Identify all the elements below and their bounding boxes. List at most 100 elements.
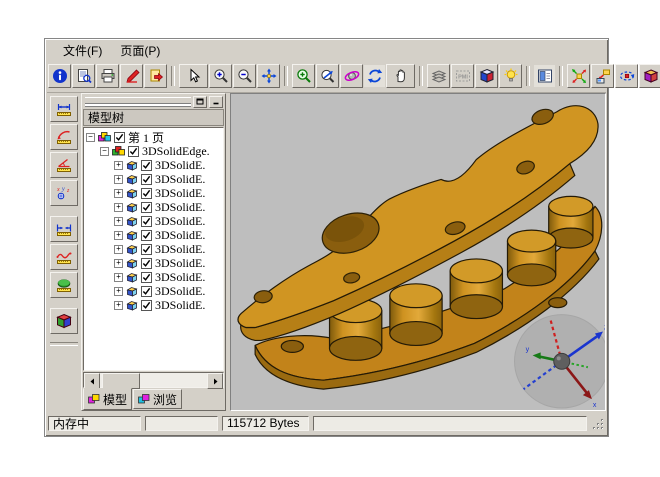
expand-icon[interactable]: + xyxy=(114,273,123,282)
zoom-dynamic-button[interactable] xyxy=(316,64,339,88)
visibility-checkbox[interactable] xyxy=(141,244,152,255)
panel-tabs: 模型 浏览 xyxy=(83,388,224,409)
tree-item-part[interactable]: + 3DSolidE. xyxy=(86,242,223,256)
rotate-part-button[interactable] xyxy=(615,64,638,88)
box-3d-button[interactable] xyxy=(639,64,660,88)
tree-item-part[interactable]: + 3DSolidE. xyxy=(86,270,223,284)
expand-icon[interactable]: + xyxy=(114,301,123,310)
tree-item-part[interactable]: + 3DSolidE. xyxy=(86,172,223,186)
tree-item-part[interactable]: + 3DSolidE. xyxy=(86,186,223,200)
zoom-in-button[interactable] xyxy=(209,64,232,88)
move-part-button[interactable] xyxy=(591,64,614,88)
tree-horizontal-scrollbar[interactable] xyxy=(83,372,224,388)
tree-item-part[interactable]: + 3DSolidE. xyxy=(86,284,223,298)
zoom-out-button[interactable] xyxy=(233,64,256,88)
expand-icon[interactable]: + xyxy=(114,287,123,296)
print-preview-button[interactable] xyxy=(72,64,95,88)
print-icon xyxy=(100,68,116,84)
info-button[interactable] xyxy=(48,64,71,88)
measure-toolbar-separator xyxy=(50,342,78,346)
tree-item-part[interactable]: + 3DSolidE. xyxy=(86,256,223,270)
panel-hide-button[interactable] xyxy=(209,96,223,108)
pan-arrows-button[interactable] xyxy=(257,64,280,88)
scrollbar-thumb[interactable] xyxy=(102,373,140,389)
menu-item[interactable]: 文件(F) xyxy=(55,41,110,60)
scrollbar-track[interactable] xyxy=(140,373,207,387)
viewport-3d[interactable]: z x y xyxy=(230,93,606,411)
expand-icon[interactable]: + xyxy=(114,175,123,184)
dim-linear-button[interactable] xyxy=(50,96,78,122)
visibility-checkbox[interactable] xyxy=(141,188,152,199)
visibility-checkbox[interactable] xyxy=(141,160,152,171)
visibility-checkbox[interactable] xyxy=(114,132,125,143)
explode-icon xyxy=(571,68,587,84)
tab-browse[interactable]: 浏览 xyxy=(133,389,182,409)
check-icon xyxy=(142,259,151,268)
visibility-checkbox[interactable] xyxy=(141,286,152,297)
scroll-right-button[interactable] xyxy=(207,373,223,389)
print-button[interactable] xyxy=(96,64,119,88)
panel-drag-grip[interactable] xyxy=(85,97,191,104)
panel-restore-button[interactable] xyxy=(193,96,207,108)
export-button[interactable] xyxy=(144,64,167,88)
dim-distance-button[interactable] xyxy=(50,216,78,242)
dim-coordinate-button[interactable]: xyz xyxy=(50,180,78,206)
svg-text:x: x xyxy=(56,187,60,193)
model-tree[interactable]: − 第 1 页 − 3DSolidEdge. xyxy=(83,127,224,371)
check-icon xyxy=(142,217,151,226)
dim-angle-button[interactable] xyxy=(50,152,78,178)
expand-icon[interactable]: + xyxy=(114,231,123,240)
expand-icon[interactable]: + xyxy=(114,203,123,212)
tree-item-part[interactable]: + 3DSolidE. xyxy=(86,158,223,172)
expand-icon[interactable]: + xyxy=(114,245,123,254)
visibility-checkbox[interactable] xyxy=(141,230,152,241)
visibility-checkbox[interactable] xyxy=(128,146,139,157)
collapse-icon[interactable]: − xyxy=(86,133,95,142)
dim-area-button[interactable] xyxy=(50,272,78,298)
resize-grip[interactable] xyxy=(591,416,605,431)
visibility-checkbox[interactable] xyxy=(141,272,152,283)
layers-button[interactable] xyxy=(427,64,450,88)
dim-volume-button[interactable] xyxy=(50,308,78,334)
visibility-checkbox[interactable] xyxy=(141,202,152,213)
tree-item-part[interactable]: + 3DSolidE. xyxy=(86,200,223,214)
orbit-button[interactable] xyxy=(340,64,363,88)
tab-model[interactable]: 模型 xyxy=(83,388,132,410)
pmi-button[interactable]: PMI xyxy=(451,64,474,88)
view-cube-button[interactable] xyxy=(475,64,498,88)
zoom-dynamic-icon xyxy=(320,68,336,84)
dim-curve-length-button[interactable] xyxy=(50,244,78,270)
expand-icon[interactable]: + xyxy=(114,259,123,268)
tree-item-page[interactable]: − 第 1 页 xyxy=(86,130,223,144)
tree-item-part[interactable]: + 3DSolidE. xyxy=(86,214,223,228)
dim-coordinate-icon: xyz xyxy=(56,185,72,201)
select-cursor-button[interactable] xyxy=(179,64,208,88)
zoom-window-button[interactable] xyxy=(292,64,315,88)
rotate-view-button[interactable] xyxy=(364,65,385,87)
orientation-trackball[interactable]: z x y xyxy=(515,315,605,409)
expand-icon[interactable]: + xyxy=(114,189,123,198)
check-icon xyxy=(142,273,151,282)
tree-item-label: 3DSolidE. xyxy=(155,228,205,243)
menu-item[interactable]: 页面(P) xyxy=(112,41,168,60)
visibility-checkbox[interactable] xyxy=(141,174,152,185)
tree-item-part[interactable]: + 3DSolidE. xyxy=(86,298,223,312)
light-button[interactable] xyxy=(499,64,522,88)
export-icon xyxy=(148,68,164,84)
dim-radius-button[interactable] xyxy=(50,124,78,150)
visibility-checkbox[interactable] xyxy=(141,216,152,227)
explode-button[interactable] xyxy=(567,64,590,88)
expand-icon[interactable]: + xyxy=(114,161,123,170)
expand-icon[interactable]: + xyxy=(114,217,123,226)
check-icon xyxy=(142,287,151,296)
panel-toggle-button[interactable] xyxy=(534,65,555,87)
pan-hand-button[interactable] xyxy=(386,64,415,88)
redline-button[interactable] xyxy=(120,64,143,88)
tree-item-part[interactable]: + 3DSolidE. xyxy=(86,228,223,242)
visibility-checkbox[interactable] xyxy=(141,258,152,269)
scroll-left-button[interactable] xyxy=(84,373,100,389)
visibility-checkbox[interactable] xyxy=(141,300,152,311)
pan-arrows-icon xyxy=(261,68,277,84)
collapse-icon[interactable]: − xyxy=(100,147,109,156)
tree-item-assembly[interactable]: − 3DSolidEdge. xyxy=(86,144,223,158)
